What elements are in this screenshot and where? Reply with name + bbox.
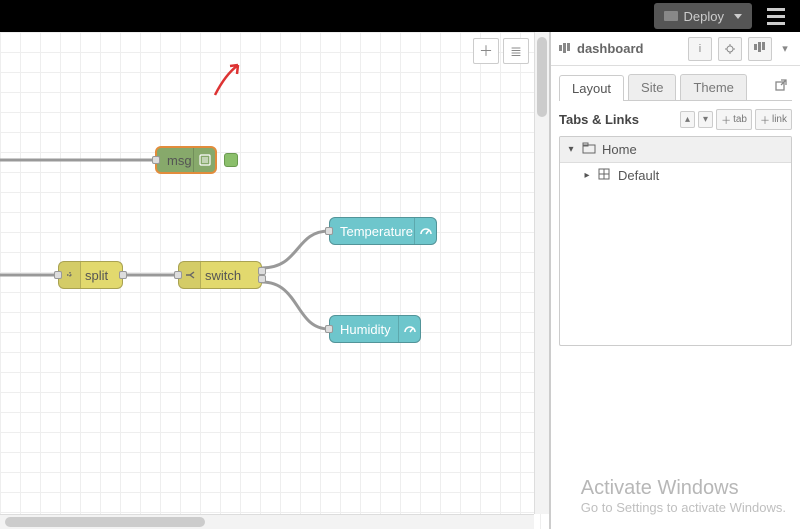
node-split[interactable]: split [58, 261, 123, 289]
tabs-links-section: Tabs & Links ▴ ▾ ＋tab ＋link ▾ Home ▸ [551, 101, 800, 354]
deploy-icon [664, 11, 678, 21]
sidebar-header: dashboard i ▾ [551, 32, 800, 66]
gauge-icon [398, 316, 420, 342]
section-title: Tabs & Links [559, 112, 677, 127]
node-port-in[interactable] [152, 156, 160, 164]
tab-layout[interactable]: Layout [559, 75, 624, 101]
sidebar-info-button[interactable]: i [688, 37, 712, 61]
node-debug[interactable]: msg [155, 146, 217, 174]
chevron-right-icon: ▸ [582, 170, 592, 181]
app-header: Deploy [0, 0, 800, 32]
canvas-scrollbar-horizontal[interactable] [0, 514, 534, 529]
node-port-in[interactable] [325, 227, 333, 235]
add-flow-button[interactable]: ＋ [473, 38, 499, 64]
canvas-toolbar: ＋ ≣ [473, 38, 529, 64]
node-port-out[interactable] [119, 271, 127, 279]
node-label: split [85, 268, 108, 283]
windows-activation-watermark: Activate Windows Go to Settings to activ… [581, 477, 786, 515]
main-area: ＋ ≣ msg split [0, 32, 800, 529]
tree-tab-home[interactable]: ▾ Home [560, 137, 791, 163]
node-label: switch [205, 268, 241, 283]
node-port-in[interactable] [54, 271, 62, 279]
canvas-scrollbar-vertical[interactable] [534, 32, 549, 514]
open-dashboard-button[interactable] [770, 76, 792, 98]
sidebar-panel: dashboard i ▾ Layout Site Theme Tabs & [550, 32, 800, 529]
tabs-tree: ▾ Home ▸ Default [559, 136, 792, 346]
tree-label: Home [602, 142, 637, 157]
deploy-label: Deploy [684, 9, 724, 24]
tab-site[interactable]: Site [628, 74, 676, 100]
debug-icon [193, 148, 215, 172]
node-switch[interactable]: switch [178, 261, 262, 289]
dashboard-tabs: Layout Site Theme [551, 66, 800, 100]
node-port-out-1[interactable] [258, 267, 266, 275]
node-label: Humidity [340, 322, 391, 337]
add-tab-button[interactable]: ＋tab [716, 109, 752, 130]
node-temperature[interactable]: Temperature [329, 217, 437, 245]
sidebar-dashboard-button[interactable] [748, 37, 772, 61]
node-status-dot [224, 153, 238, 167]
flow-canvas[interactable]: ＋ ≣ msg split [0, 32, 550, 529]
grid-icon [598, 168, 612, 183]
expand-all-button[interactable]: ▴ [680, 111, 695, 128]
sidebar-title: dashboard [559, 41, 682, 56]
sidebar-more-button[interactable]: ▾ [778, 37, 792, 61]
node-humidity[interactable]: Humidity [329, 315, 421, 343]
sidebar-debug-button[interactable] [718, 37, 742, 61]
tab-icon [582, 142, 596, 157]
tree-group-default[interactable]: ▸ Default [560, 163, 791, 188]
flow-list-button[interactable]: ≣ [503, 38, 529, 64]
collapse-all-button[interactable]: ▾ [698, 111, 713, 128]
node-label: msg [167, 153, 192, 168]
split-icon [59, 262, 81, 288]
switch-icon [179, 262, 201, 288]
dashboard-icon [559, 41, 571, 56]
chevron-down-icon: ▾ [566, 144, 576, 155]
node-label: Temperature [340, 224, 413, 239]
node-port-out-2[interactable] [258, 275, 266, 283]
tree-label: Default [618, 168, 659, 183]
chevron-down-icon [734, 14, 742, 19]
tab-theme[interactable]: Theme [680, 74, 746, 100]
node-port-in[interactable] [174, 271, 182, 279]
deploy-button[interactable]: Deploy [654, 3, 752, 29]
node-port-in[interactable] [325, 325, 333, 333]
gauge-icon [414, 218, 436, 244]
menu-button[interactable] [760, 0, 792, 32]
add-link-button[interactable]: ＋link [755, 109, 792, 130]
